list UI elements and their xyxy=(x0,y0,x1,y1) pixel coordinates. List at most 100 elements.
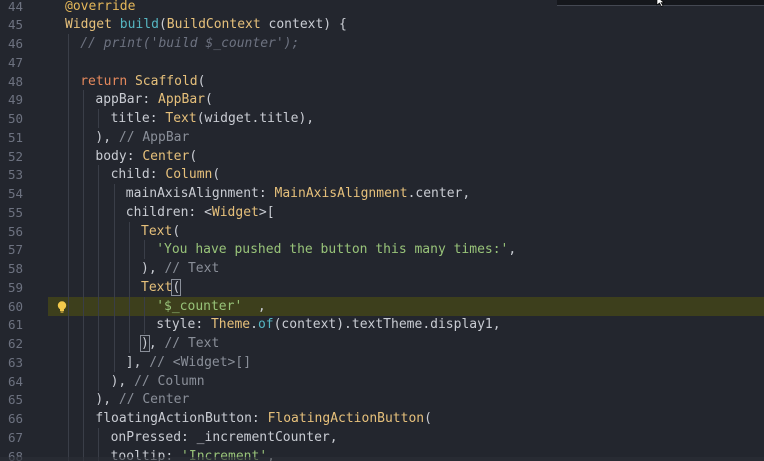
line-number[interactable]: 53 xyxy=(0,165,23,184)
line-number[interactable]: 49 xyxy=(0,90,23,109)
line-number[interactable]: 61 xyxy=(0,315,23,334)
line-number[interactable]: 55 xyxy=(0,203,23,222)
code-text[interactable]: body: Center( xyxy=(95,147,197,166)
code-text[interactable]: ), // Text xyxy=(140,334,219,353)
code-line[interactable]: 62 ), // Text xyxy=(0,334,764,353)
indent-guide xyxy=(113,184,115,203)
indent-guide xyxy=(83,352,85,372)
code-line[interactable]: 57 'You have pushed the button this many … xyxy=(0,240,764,260)
code-text[interactable]: Widget build(BuildContext context) { xyxy=(65,15,347,34)
code-line[interactable]: 45 Widget build(BuildContext context) { xyxy=(0,15,764,34)
indent-guide xyxy=(113,221,115,241)
line-number[interactable]: 64 xyxy=(0,372,23,391)
code-line[interactable]: 58 ), // Text xyxy=(0,259,764,278)
code-text[interactable]: title: Text(widget.title), xyxy=(111,109,315,128)
indent-guide xyxy=(68,221,69,241)
line-number[interactable]: 45 xyxy=(0,15,23,34)
indent-guide xyxy=(113,240,115,260)
line-number[interactable]: 60 xyxy=(0,297,23,316)
indent-guide xyxy=(113,352,115,372)
indent-guide xyxy=(68,34,69,53)
code-line[interactable]: 47 xyxy=(0,52,764,72)
line-number[interactable]: 46 xyxy=(0,34,23,53)
indent-guide xyxy=(98,202,100,222)
code-text[interactable]: return Scaffold( xyxy=(80,72,205,91)
indent-guide xyxy=(68,315,69,335)
indent-guide xyxy=(68,109,69,128)
indent-guide xyxy=(83,184,85,203)
code-token: Center xyxy=(142,148,190,164)
line-number[interactable]: 51 xyxy=(0,128,23,147)
indent-guide xyxy=(83,146,85,166)
code-line[interactable]: 51 ), // AppBar xyxy=(0,127,764,147)
code-text[interactable]: ), // Center xyxy=(95,390,189,409)
code-line[interactable]: 49 appBar: AppBar( xyxy=(0,90,764,110)
code-line[interactable]: 60 '$_counter' , xyxy=(8,296,764,316)
code-token: Theme xyxy=(210,317,251,333)
indent-guide xyxy=(68,240,69,260)
code-line[interactable]: 59 Text( xyxy=(0,277,764,297)
code-text[interactable]: 'You have pushed the button this many ti… xyxy=(156,240,516,259)
code-text[interactable]: style: Theme.of(context).textTheme.displ… xyxy=(156,315,500,334)
code-editor[interactable]: 44 @override 45 Widget build(BuildContext c… xyxy=(0,0,764,461)
line-number[interactable]: 58 xyxy=(0,259,23,278)
code-line[interactable]: 56 Text( xyxy=(0,221,764,241)
code-line[interactable]: 54 mainAxisAlignment: MainAxisAlignment.c… xyxy=(0,184,764,203)
code-text[interactable]: onPressed: _incrementCounter, xyxy=(111,428,338,447)
code-line[interactable]: 63 ], // <Widget>[] xyxy=(0,352,764,372)
indent-guide xyxy=(83,315,85,335)
code-text[interactable]: @override xyxy=(65,0,135,16)
code-line[interactable]: 50 title: Text(widget.title), xyxy=(0,109,764,128)
horizontal-scrollbar-track[interactable] xyxy=(0,457,764,461)
line-number[interactable]: 47 xyxy=(0,53,23,72)
line-number[interactable]: 54 xyxy=(0,184,23,203)
code-token: ) xyxy=(140,335,150,352)
line-number[interactable]: 62 xyxy=(0,334,23,353)
code-text[interactable]: ), // Column xyxy=(111,372,205,391)
indent-guide xyxy=(83,277,85,297)
code-line[interactable]: 65 ), // Center xyxy=(0,390,764,410)
indent-guide xyxy=(113,277,115,297)
code-line[interactable]: 61 style: Theme.of(context).textTheme.dis… xyxy=(0,315,764,335)
line-number[interactable]: 57 xyxy=(0,240,23,259)
code-text[interactable]: floatingActionButton: FloatingActionButt… xyxy=(95,409,432,428)
code-text[interactable]: ), // Text xyxy=(141,259,219,278)
code-line[interactable]: 55 children: <Widget>[ xyxy=(0,202,764,222)
code-line[interactable]: 66 floatingActionButton: FloatingActionBu… xyxy=(0,409,764,428)
line-number[interactable]: 67 xyxy=(0,428,23,447)
code-line[interactable]: 53 child: Column( xyxy=(0,165,764,185)
code-line[interactable]: 67 onPressed: _incrementCounter, xyxy=(0,427,764,447)
code-text[interactable]: Text( xyxy=(141,222,180,241)
line-number[interactable]: 56 xyxy=(0,222,23,241)
line-number[interactable]: 66 xyxy=(0,409,23,428)
code-line[interactable]: 46 // print('build $_counter'); xyxy=(0,34,764,53)
code-line[interactable]: 52 body: Center( xyxy=(0,146,764,166)
indent-guide xyxy=(128,259,130,278)
code-text[interactable]: child: Column( xyxy=(111,165,221,184)
code-text[interactable]: // print('build $_counter'); xyxy=(80,34,299,53)
code-line[interactable]: 64 ), // Column xyxy=(0,371,764,391)
code-text[interactable]: appBar: AppBar( xyxy=(95,90,212,109)
line-number[interactable]: 50 xyxy=(0,109,23,128)
indent-guide xyxy=(83,202,85,222)
code-text[interactable]: '$_counter' , xyxy=(156,297,266,316)
line-number[interactable]: 44 xyxy=(0,0,23,16)
code-token: // Column xyxy=(134,373,205,389)
indent-guide xyxy=(68,146,69,166)
code-token: title: xyxy=(110,111,166,126)
line-number[interactable]: 59 xyxy=(0,278,23,297)
lightbulb-icon[interactable] xyxy=(55,300,69,314)
code-text[interactable]: Text( xyxy=(141,278,182,297)
code-text[interactable]: ), // AppBar xyxy=(95,128,189,147)
code-text[interactable]: ], // <Widget>[] xyxy=(126,353,251,372)
line-number[interactable]: 63 xyxy=(0,353,23,372)
line-number[interactable]: 52 xyxy=(0,147,23,166)
code-token: context) { xyxy=(260,17,347,33)
code-line[interactable]: 48 return Scaffold( xyxy=(0,71,764,91)
code-text[interactable]: children: <Widget>[ xyxy=(126,203,275,222)
code-token: < xyxy=(204,204,212,220)
line-number[interactable]: 48 xyxy=(0,72,23,91)
code-text[interactable]: mainAxisAlignment: MainAxisAlignment.cen… xyxy=(126,184,470,203)
code-token: of xyxy=(257,317,274,333)
line-number[interactable]: 65 xyxy=(0,390,23,409)
